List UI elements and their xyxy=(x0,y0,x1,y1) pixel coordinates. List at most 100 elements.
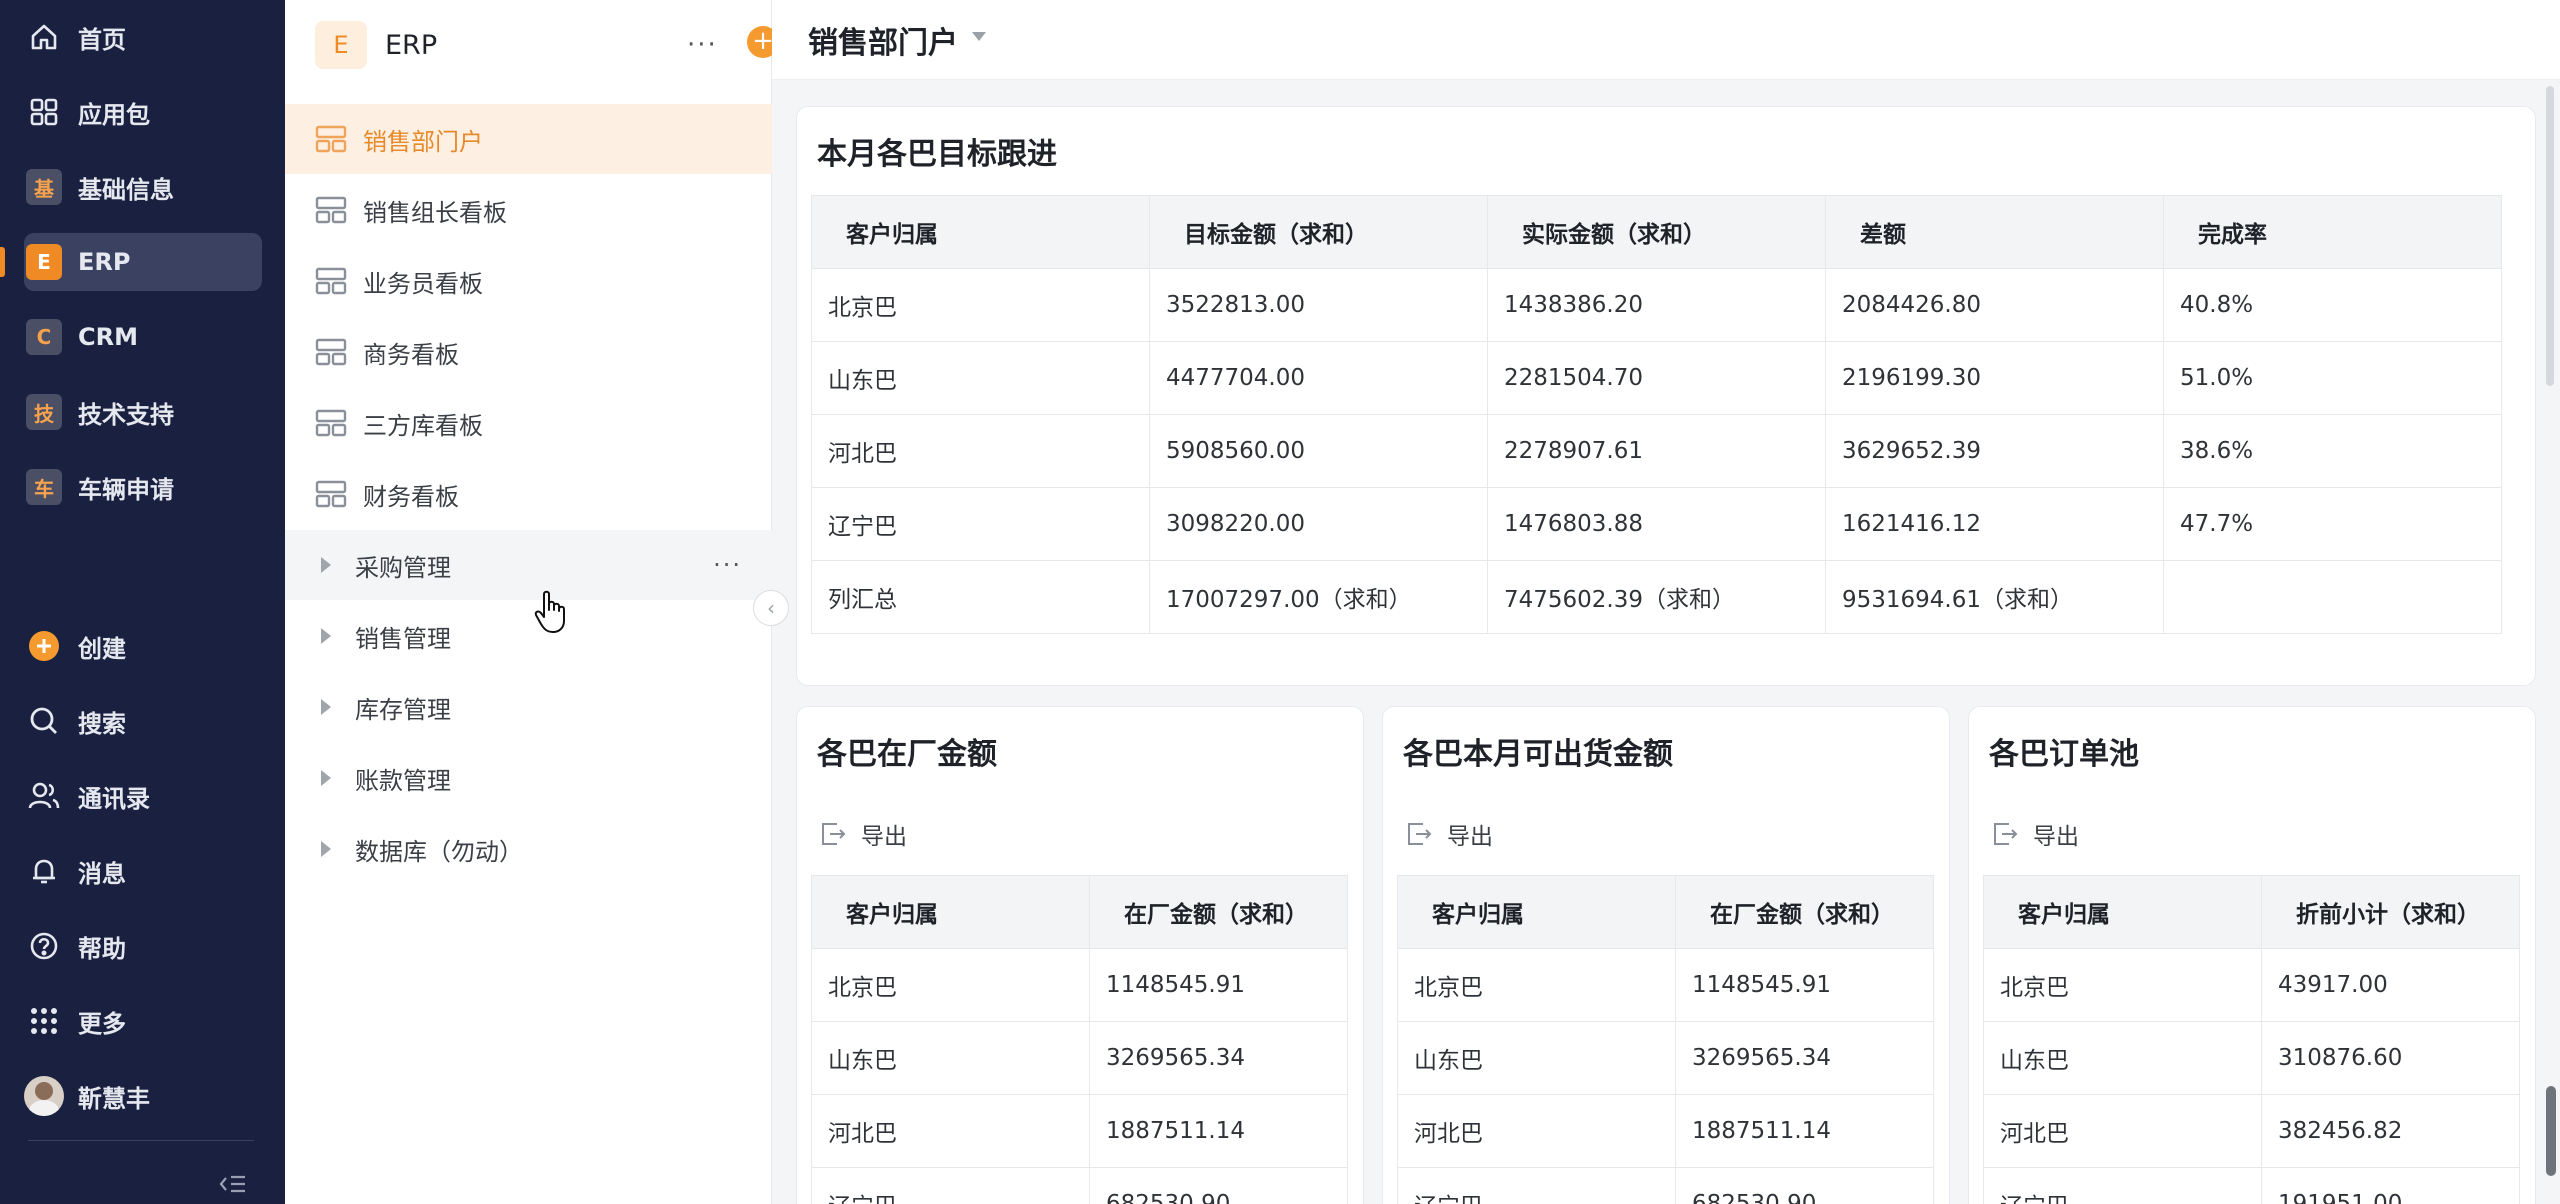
collapse-panel-button[interactable]: ‹ xyxy=(753,590,789,626)
table-cell: 9531694.61（求和） xyxy=(1825,560,2164,634)
caret-right-icon[interactable] xyxy=(321,770,331,786)
export-button[interactable]: 导出 xyxy=(1405,817,1493,851)
collapse-rail-icon[interactable] xyxy=(218,1172,248,1196)
help-icon xyxy=(24,926,64,966)
rail-item-user[interactable]: 靳慧丰 xyxy=(24,1067,262,1125)
export-button[interactable]: 导出 xyxy=(1991,817,2079,851)
table-cell: 北京巴 xyxy=(811,948,1090,1022)
table-cell: 2281504.70 xyxy=(1487,341,1826,415)
dashboard-icon xyxy=(315,338,347,366)
table-cell: 3269565.34 xyxy=(1675,1021,1934,1095)
rail-item-home[interactable]: 首页 xyxy=(24,8,262,66)
tree-item-finance-board[interactable]: 财务看板 xyxy=(285,459,772,529)
table-cell: 3522813.00 xyxy=(1149,268,1488,342)
column-header[interactable]: 客户归属 xyxy=(811,195,1150,269)
tree-folder-accounts[interactable]: 账款管理 xyxy=(285,743,772,813)
rail-item-basic-info[interactable]: 基 基础信息 xyxy=(24,158,262,216)
home-icon xyxy=(24,17,64,57)
rail-item-tech-support[interactable]: 技 技术支持 xyxy=(24,383,262,441)
table-cell: 辽宁巴 xyxy=(811,1167,1090,1204)
rail-item-more[interactable]: 更多 xyxy=(24,992,262,1050)
erp-badge: E xyxy=(26,244,62,280)
column-header[interactable]: 完成率 xyxy=(2163,195,2502,269)
scrollbar-thumb[interactable] xyxy=(2546,1086,2556,1176)
caret-right-icon[interactable] xyxy=(321,699,331,715)
contacts-icon xyxy=(24,776,64,816)
table-row: 河北巴 382456.82 xyxy=(1983,1094,2520,1168)
page-title[interactable]: 销售部门户 xyxy=(808,18,958,62)
column-header[interactable]: 实际金额（求和） xyxy=(1487,195,1826,269)
table-cell: 51.0% xyxy=(2163,341,2502,415)
table-cell: 山东巴 xyxy=(1983,1021,2262,1095)
caret-right-icon[interactable] xyxy=(321,557,331,573)
table-cell: 山东巴 xyxy=(811,1021,1090,1095)
table-row: 北京巴 3522813.00 1438386.20 2084426.80 40.… xyxy=(811,268,2502,342)
tree-folder-sales[interactable]: 销售管理 xyxy=(285,601,772,671)
table-header-row: 客户归属 在厂金额（求和） xyxy=(1397,875,1934,949)
table-total-row: 列汇总 17007297.00（求和） 7475602.39（求和） 95316… xyxy=(811,560,2502,634)
table-cell: 河北巴 xyxy=(811,1094,1090,1168)
tree-folder-inventory[interactable]: 库存管理 xyxy=(285,672,772,742)
table-cell: 辽宁巴 xyxy=(811,487,1150,561)
export-button[interactable]: 导出 xyxy=(819,817,907,851)
rail-item-help[interactable]: 帮助 xyxy=(24,917,262,975)
table-cell: 列汇总 xyxy=(811,560,1150,634)
table-cell: 191951.00 xyxy=(2261,1167,2520,1204)
column-header[interactable]: 在厂金额（求和） xyxy=(1675,875,1934,949)
caret-right-icon[interactable] xyxy=(321,841,331,857)
table-row: 河北巴 1887511.14 xyxy=(811,1094,1348,1168)
column-header[interactable]: 在厂金额（求和） xyxy=(1089,875,1348,949)
table-row: 河北巴 1887511.14 xyxy=(1397,1094,1934,1168)
column-header[interactable]: 客户归属 xyxy=(1397,875,1676,949)
search-icon xyxy=(24,701,64,741)
rail-item-erp[interactable]: E ERP xyxy=(24,233,262,291)
table-cell: 2196199.30 xyxy=(1825,341,2164,415)
left-nav-rail: 首页 应用包 基 基础信息 E ERP C CRM 技 技术支持 车 车辆申请 … xyxy=(0,0,285,1204)
rail-item-search[interactable]: 搜索 xyxy=(24,692,262,750)
table-cell: 3269565.34 xyxy=(1089,1021,1348,1095)
table-row: 辽宁巴682530.90 xyxy=(811,1167,1348,1204)
scrollbar-track[interactable] xyxy=(2546,86,2554,386)
tree-item-team-lead-board[interactable]: 销售组长看板 xyxy=(285,175,772,245)
table-cell: 1887511.14 xyxy=(1675,1094,1934,1168)
tree-item-sales-portal[interactable]: 销售部门户 xyxy=(285,104,772,174)
tree-folder-database[interactable]: 数据库（勿动） xyxy=(285,814,772,884)
column-header[interactable]: 折前小计（求和） xyxy=(2261,875,2520,949)
column-header[interactable]: 差额 xyxy=(1825,195,2164,269)
table-cell: 682530.90 xyxy=(1675,1167,1934,1204)
panel-more-button[interactable]: ··· xyxy=(687,30,718,60)
target-tracking-card: 本月各巴目标跟进 客户归属 目标金额（求和） 实际金额（求和） 差额 完成率 北… xyxy=(796,106,2536,686)
table-cell: 河北巴 xyxy=(1397,1094,1676,1168)
column-header[interactable]: 目标金额（求和） xyxy=(1149,195,1488,269)
rail-item-vehicle[interactable]: 车 车辆申请 xyxy=(24,458,262,516)
table-cell: 北京巴 xyxy=(1983,948,2262,1022)
more-grid-icon xyxy=(24,1001,64,1041)
table-row: 山东巴 4477704.00 2281504.70 2196199.30 51.… xyxy=(811,341,2502,415)
caret-right-icon[interactable] xyxy=(321,628,331,644)
tree-folder-purchasing[interactable]: 采购管理 ··· xyxy=(285,530,772,600)
rail-item-messages[interactable]: 消息 xyxy=(24,842,262,900)
table-cell: 40.8% xyxy=(2163,268,2502,342)
top-bar: 销售部门户 xyxy=(772,0,2560,80)
column-header[interactable]: 客户归属 xyxy=(811,875,1090,949)
tree-item-business-board[interactable]: 商务看板 xyxy=(285,317,772,387)
table-cell: 1438386.20 xyxy=(1487,268,1826,342)
rail-item-crm[interactable]: C CRM xyxy=(24,308,262,366)
tech-support-badge: 技 xyxy=(26,394,62,430)
folder-more-button[interactable]: ··· xyxy=(713,551,742,579)
table-cell: 1476803.88 xyxy=(1487,487,1826,561)
plus-circle-icon xyxy=(24,626,64,666)
dashboard-icon xyxy=(315,196,347,224)
table-cell: 1621416.12 xyxy=(1825,487,2164,561)
tree-item-salesperson-board[interactable]: 业务员看板 xyxy=(285,246,772,316)
rail-item-apps[interactable]: 应用包 xyxy=(24,83,262,141)
rail-item-create[interactable]: 创建 xyxy=(24,617,262,675)
rail-item-contacts[interactable]: 通讯录 xyxy=(24,767,262,825)
title-dropdown-icon[interactable] xyxy=(972,32,986,41)
tree-item-third-party-board[interactable]: 三方库看板 xyxy=(285,388,772,458)
table-row: 辽宁巴191951.00 xyxy=(1983,1167,2520,1204)
column-header[interactable]: 客户归属 xyxy=(1983,875,2262,949)
target-table: 客户归属 目标金额（求和） 实际金额（求和） 差额 完成率 北京巴 352281… xyxy=(811,195,2502,634)
bell-icon xyxy=(24,851,64,891)
table-cell: 3098220.00 xyxy=(1149,487,1488,561)
